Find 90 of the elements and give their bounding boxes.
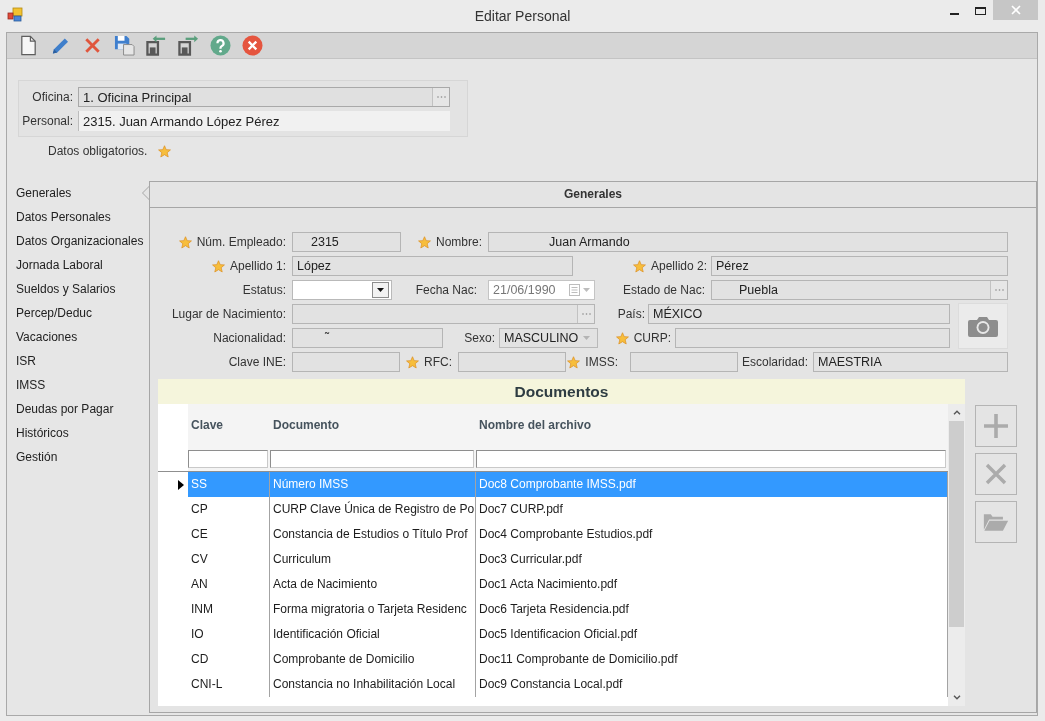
text-field[interactable] <box>292 352 400 372</box>
field-label: Clave INE: <box>228 355 286 369</box>
sidebar-item[interactable]: Datos Organizacionales <box>7 229 149 253</box>
sidebar-item[interactable]: Generales <box>7 181 149 205</box>
field-label: Personal: <box>21 114 74 128</box>
table-row[interactable]: CV Curriculum Doc3 Curricular.pdf <box>188 547 948 572</box>
field-label: Estado de Nac: <box>622 283 705 297</box>
minimize-icon <box>949 13 959 15</box>
browse-button[interactable] <box>990 281 1007 299</box>
floppy-left-arrow-icon <box>145 35 167 56</box>
app-icon <box>7 7 23 23</box>
text-field[interactable]: López <box>292 256 573 276</box>
sidebar-item[interactable]: IMSS <box>7 373 149 397</box>
filter-field[interactable] <box>188 450 268 468</box>
field-label: Núm. Empleado: <box>196 235 286 249</box>
table-cell: Constancia no Inhabilitación Local <box>270 672 476 697</box>
lookup-field[interactable]: 1. Oficina Principal <box>78 87 450 107</box>
filter-field[interactable] <box>476 450 946 468</box>
floppy-right-arrow-icon <box>177 35 199 56</box>
text-field[interactable] <box>458 352 566 372</box>
browse-button[interactable] <box>577 305 594 323</box>
field-label: Sexo: <box>464 331 495 345</box>
sidebar-item[interactable]: Deudas por Pagar <box>7 397 149 421</box>
table-row[interactable]: AN Acta de Nacimiento Doc1 Acta Nacimiento.pdf <box>188 572 948 597</box>
camera-icon <box>968 315 998 337</box>
calendar-icon <box>569 284 580 296</box>
required-note: Datos obligatorios. <box>48 144 148 158</box>
field-label: Estatus: <box>242 283 286 297</box>
column-header[interactable]: Clave <box>188 404 270 446</box>
dropdown-arrow-icon <box>377 288 384 292</box>
text-field[interactable]: ˜ <box>292 328 443 348</box>
table-row[interactable]: CP CURP Clave Única de Registro de Po Doc7 CURP.pdf <box>188 497 948 522</box>
sidebar-item[interactable]: Percep/Deduc <box>7 301 149 325</box>
field-label: Nombre: <box>436 235 482 249</box>
field-label: Fecha Nac: <box>415 283 477 297</box>
text-field[interactable] <box>675 328 950 348</box>
text-field[interactable]: 2315. Juan Armando López Pérez <box>78 111 450 131</box>
floppy-icon <box>113 35 135 56</box>
field-label: CURP: <box>633 331 671 345</box>
table-cell: CNI-L <box>188 672 270 697</box>
sidebar-item[interactable]: Sueldos y Salarios <box>7 277 149 301</box>
sidebar-item[interactable]: Jornada Laboral <box>7 253 149 277</box>
dropdown-arrow-icon <box>583 288 590 292</box>
chevron-down-icon <box>952 695 961 700</box>
window-title: Editar Personal <box>474 7 571 26</box>
field-label: IMSS: <box>585 355 618 369</box>
table-row[interactable]: CNI-L Constancia no Inhabilitación Local Doc9 Constancia Local.pdf <box>188 672 948 697</box>
table-row[interactable]: CE Constancia de Estudios o Título Prof Doc4 Comprobante Estudios.pdf <box>188 522 948 547</box>
filter-field[interactable] <box>270 450 474 468</box>
field-label: Apellido 2: <box>650 259 707 273</box>
sidebar-item[interactable]: Vacaciones <box>7 325 149 349</box>
lookup-field[interactable]: Puebla <box>711 280 1008 300</box>
text-field[interactable] <box>630 352 738 372</box>
field-label: Oficina: <box>31 90 74 104</box>
scrollbar-thumb[interactable] <box>949 421 964 627</box>
help-icon <box>209 35 231 56</box>
dropdown-field[interactable] <box>292 280 392 300</box>
text-field[interactable]: Juan Armando <box>488 232 1008 252</box>
text-field[interactable]: Pérez <box>711 256 1008 276</box>
cross-icon <box>985 463 1007 485</box>
column-header[interactable]: Documento <box>270 404 476 446</box>
browse-button[interactable] <box>432 88 449 106</box>
panel-title: Generales <box>150 182 1036 208</box>
field-label: País: <box>617 307 645 321</box>
section-title: Documentos <box>158 379 965 404</box>
field-label: Escolaridad: <box>741 355 808 369</box>
plus-icon <box>983 413 1009 439</box>
lookup-field[interactable] <box>292 304 595 324</box>
close-circle-icon <box>241 35 263 56</box>
photo-button[interactable] <box>958 303 1008 349</box>
text-field[interactable]: MAESTRIA <box>813 352 1008 372</box>
scrollbar[interactable] <box>948 404 965 706</box>
text-field[interactable]: MÉXICO <box>648 304 950 324</box>
dropdown-arrow-icon <box>583 336 591 340</box>
column-header[interactable]: Nombre del archivo <box>476 404 948 446</box>
field-label: Lugar de Nacimiento: <box>171 307 286 321</box>
sidebar-item[interactable]: ISR <box>7 349 149 373</box>
field-label: Nacionalidad: <box>213 331 286 345</box>
chevron-up-icon <box>952 410 961 415</box>
table-row[interactable]: CD Comprobante de Domicilio Doc11 Comprobante de Domicilio.pdf <box>188 647 948 672</box>
sidebar-item[interactable]: Datos Personales <box>7 205 149 229</box>
close-icon <box>1010 5 1021 15</box>
maximize-icon <box>974 7 986 15</box>
text-field[interactable]: 2315 <box>292 232 401 252</box>
star-icon <box>158 144 172 158</box>
field-label: Apellido 1: <box>229 259 286 273</box>
dropdown-button[interactable] <box>372 282 389 298</box>
sidebar-item[interactable]: Históricos <box>7 421 149 445</box>
sidebar-item[interactable]: Gestión <box>7 445 149 469</box>
field-label: RFC: <box>424 355 452 369</box>
